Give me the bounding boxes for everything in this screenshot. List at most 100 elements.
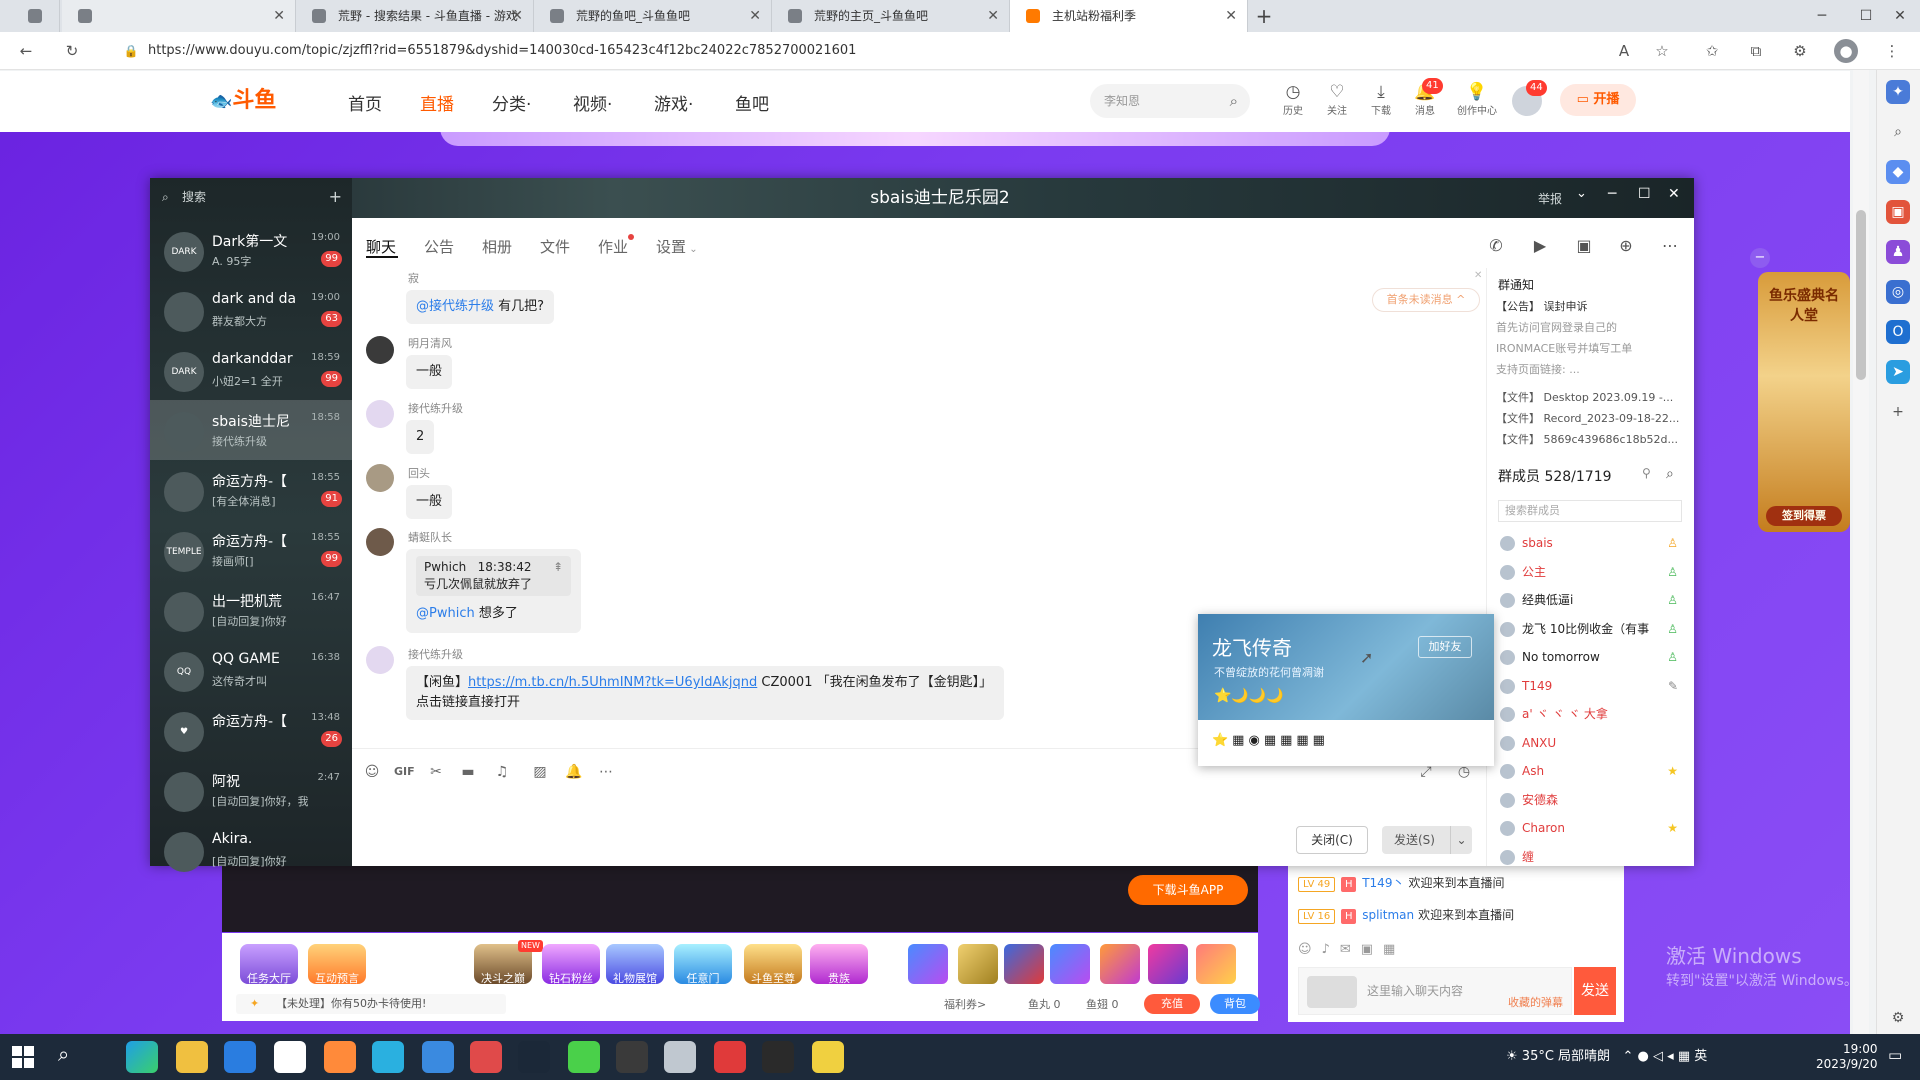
member-search-input[interactable]: 搜索群成员 (1498, 500, 1682, 522)
tab-files[interactable]: 文件 (540, 236, 570, 257)
conversation-search[interactable]: ⌕ 搜索 + (156, 186, 346, 208)
conversation-item[interactable]: Akira. [自动回复]你好 (150, 820, 352, 880)
conversation-item[interactable]: 命运方舟-【 [有全体消息] 18:55 91 (150, 460, 352, 520)
app-taskbar-icon[interactable] (812, 1041, 844, 1073)
report-link[interactable]: 举报 (1538, 190, 1562, 207)
fan-card-icon[interactable] (1307, 976, 1357, 1008)
mention[interactable]: @Pwhich (416, 606, 475, 621)
conversation-item[interactable]: ♥ 命运方舟-【 13:48 26 (150, 700, 352, 760)
more-icon[interactable]: ⋯ (596, 762, 616, 782)
tab-settings[interactable]: 设置 ⌄ (656, 236, 698, 257)
message-bubble[interactable]: @接代练升级 有几把? (406, 290, 555, 324)
sender-avatar[interactable] (366, 528, 394, 556)
emoji-icon[interactable]: ☺ (362, 762, 382, 782)
tray-arrow-icon[interactable]: ⌃ (1622, 1049, 1633, 1064)
browser-tab-0[interactable]: ✕ (62, 0, 296, 32)
member-item[interactable]: 公主 ♙ (1498, 561, 1684, 583)
address-bar[interactable]: 🔒 https://www.douyu.com/topic/zjzffl?rid=… (118, 37, 1318, 65)
app-taskbar-icon[interactable] (568, 1041, 600, 1073)
start-button[interactable] (12, 1046, 34, 1068)
app-taskbar-icon[interactable] (274, 1041, 306, 1073)
quoted-message[interactable]: Pwhich 18:38:42 ⇞ 亏几次佩鼠就放弃了 (416, 556, 571, 596)
app-taskbar-icon[interactable] (372, 1041, 404, 1073)
file-item[interactable]: 【文件】 Record_2023-09-18-22... (1496, 410, 1686, 426)
member-item[interactable]: Charon ★ (1498, 817, 1684, 839)
chat-username[interactable]: splitman (1362, 908, 1414, 922)
gift-supreme[interactable]: 斗鱼至尊 (744, 944, 802, 985)
browser-tab-1[interactable] (14, 0, 60, 32)
taskbar-search-icon[interactable]: ⌕ (58, 1042, 69, 1066)
tool-follow[interactable]: ♡ 关注 (1322, 82, 1352, 117)
refresh-icon[interactable]: ↻ (60, 39, 84, 63)
tab-announcement[interactable]: 公告 (424, 236, 454, 257)
chevron-down-icon[interactable]: ⌄ (1576, 186, 1587, 201)
douyu-search-input[interactable]: 李知恩 ⌕ (1090, 84, 1250, 118)
gift-item-icon[interactable] (908, 944, 948, 984)
gift-task-hall[interactable]: 任务大厅 (240, 944, 298, 985)
member-item[interactable]: 经典低逼i ♙ (1498, 589, 1684, 611)
notification-icon[interactable]: ▭ (1888, 1046, 1902, 1064)
message-bubble[interactable]: 一般 (406, 355, 453, 389)
qq-taskbar-icon[interactable] (664, 1041, 696, 1073)
new-tab-button[interactable]: + (1248, 0, 1280, 32)
steam-taskbar-icon[interactable] (518, 1041, 550, 1073)
app-taskbar-icon[interactable] (762, 1041, 794, 1073)
sidebar-settings-icon[interactable]: ⚙ (1886, 1006, 1910, 1030)
tool-creator[interactable]: 💡 创作中心 (1454, 82, 1500, 117)
message-link[interactable]: https://m.tb.cn/h.5UhmINM?tk=U6yIdAkjqnd (468, 675, 757, 690)
coupon-tip[interactable]: ✦ 【未处理】你有50办卡待使用! (236, 994, 506, 1014)
side-ad-banner[interactable]: 鱼乐盛典名人堂 签到得票 (1758, 272, 1850, 532)
member-item[interactable]: 龙飞 10比例收金（有事 ♙ (1498, 618, 1684, 640)
nav-video[interactable]: 视频· (573, 90, 612, 115)
tab-close-icon[interactable]: ✕ (1225, 0, 1237, 32)
browser-tab-3[interactable]: 荒野的鱼吧_斗鱼鱼吧 ✕ (534, 0, 772, 32)
notice-line[interactable]: 【公告】 误封申诉 (1496, 298, 1686, 314)
member-manage-icon[interactable]: ⚲ (1642, 466, 1651, 480)
search-icon[interactable]: ⌕ (1666, 466, 1674, 482)
gift-item-icon[interactable] (1196, 944, 1236, 984)
welfare-coupon-link[interactable]: 福利券> (944, 996, 986, 1012)
gif-icon[interactable]: GIF (394, 762, 415, 782)
message-bubble[interactable]: Pwhich 18:38:42 ⇞ 亏几次佩鼠就放弃了 @Pwhich 想多了 (406, 549, 581, 633)
gift-gallery[interactable]: 礼物展馆 (606, 944, 664, 985)
ime-label[interactable]: 英 (1694, 1049, 1707, 1064)
profile-badge-icons[interactable]: ⭐▦◉▦▦▦▦ (1212, 733, 1329, 748)
sidebar-games-icon[interactable]: ♟ (1886, 240, 1910, 264)
browser-tab-4[interactable]: 荒野的主页_斗鱼鱼吧 ✕ (772, 0, 1010, 32)
member-item[interactable]: Ash ★ (1498, 760, 1684, 782)
nav-live[interactable]: 直播 (420, 90, 454, 115)
search-icon[interactable]: ⌕ (1230, 84, 1238, 118)
nav-home[interactable]: 首页 (348, 90, 382, 115)
nav-category[interactable]: 分类· (492, 90, 531, 115)
douyu-logo[interactable]: 🐟斗鱼 (210, 84, 290, 118)
member-item[interactable]: 缠 (1498, 846, 1684, 868)
sender-avatar[interactable] (366, 646, 394, 674)
image-icon[interactable]: ▨ (530, 762, 550, 782)
ad-button[interactable]: 签到得票 (1766, 506, 1842, 526)
tab-homework[interactable]: 作业 (598, 236, 628, 257)
message-bubble[interactable]: 【闲鱼】https://m.tb.cn/h.5UhmINM?tk=U6yIdAk… (406, 666, 1004, 720)
conversation-item[interactable]: 出一把机荒 [自动回复]你好 16:47 (150, 580, 352, 640)
volume-icon[interactable]: ◁ (1653, 1049, 1663, 1064)
add-friend-button[interactable]: 加好友 (1418, 636, 1472, 658)
nav-games[interactable]: 游戏· (654, 90, 693, 115)
close-chat-button[interactable]: 关闭(C) (1296, 826, 1368, 854)
saved-danmaku-hint[interactable]: 收藏的弹幕 (1508, 994, 1563, 1010)
more-icon[interactable]: ⋯ (1658, 234, 1682, 258)
member-item[interactable]: 安德森 (1498, 789, 1684, 811)
store-taskbar-icon[interactable] (224, 1041, 256, 1073)
screen-share-icon[interactable]: ▣ (1572, 234, 1596, 258)
browser-menu-icon[interactable]: ⋮ (1880, 39, 1904, 63)
conversation-item[interactable]: TEMPLE 命运方舟-【 接画师[] 18:55 99 (150, 520, 352, 580)
add-member-icon[interactable]: ⊕ (1614, 234, 1638, 258)
member-item[interactable]: a' ヾ ヾ ヾ 大拿 (1498, 703, 1684, 725)
conversation-item[interactable]: sbais迪士尼 接代练升级 18:58 (150, 400, 352, 460)
conversation-item[interactable]: 阿祝 [自动回复]你好，我现 2:47 (150, 760, 352, 820)
conversation-item[interactable]: dark and da 群友都大方 19:00 63 (150, 280, 352, 340)
profile-avatar[interactable]: ● (1834, 39, 1858, 63)
first-unread-button[interactable]: 首条未读消息 ^ (1372, 288, 1480, 312)
tab-close-icon[interactable]: ✕ (987, 0, 999, 32)
member-item[interactable]: sbais ♙ (1498, 532, 1684, 554)
gift-item-icon[interactable] (1100, 944, 1140, 984)
favorites-icon[interactable]: ✩ (1700, 39, 1724, 63)
